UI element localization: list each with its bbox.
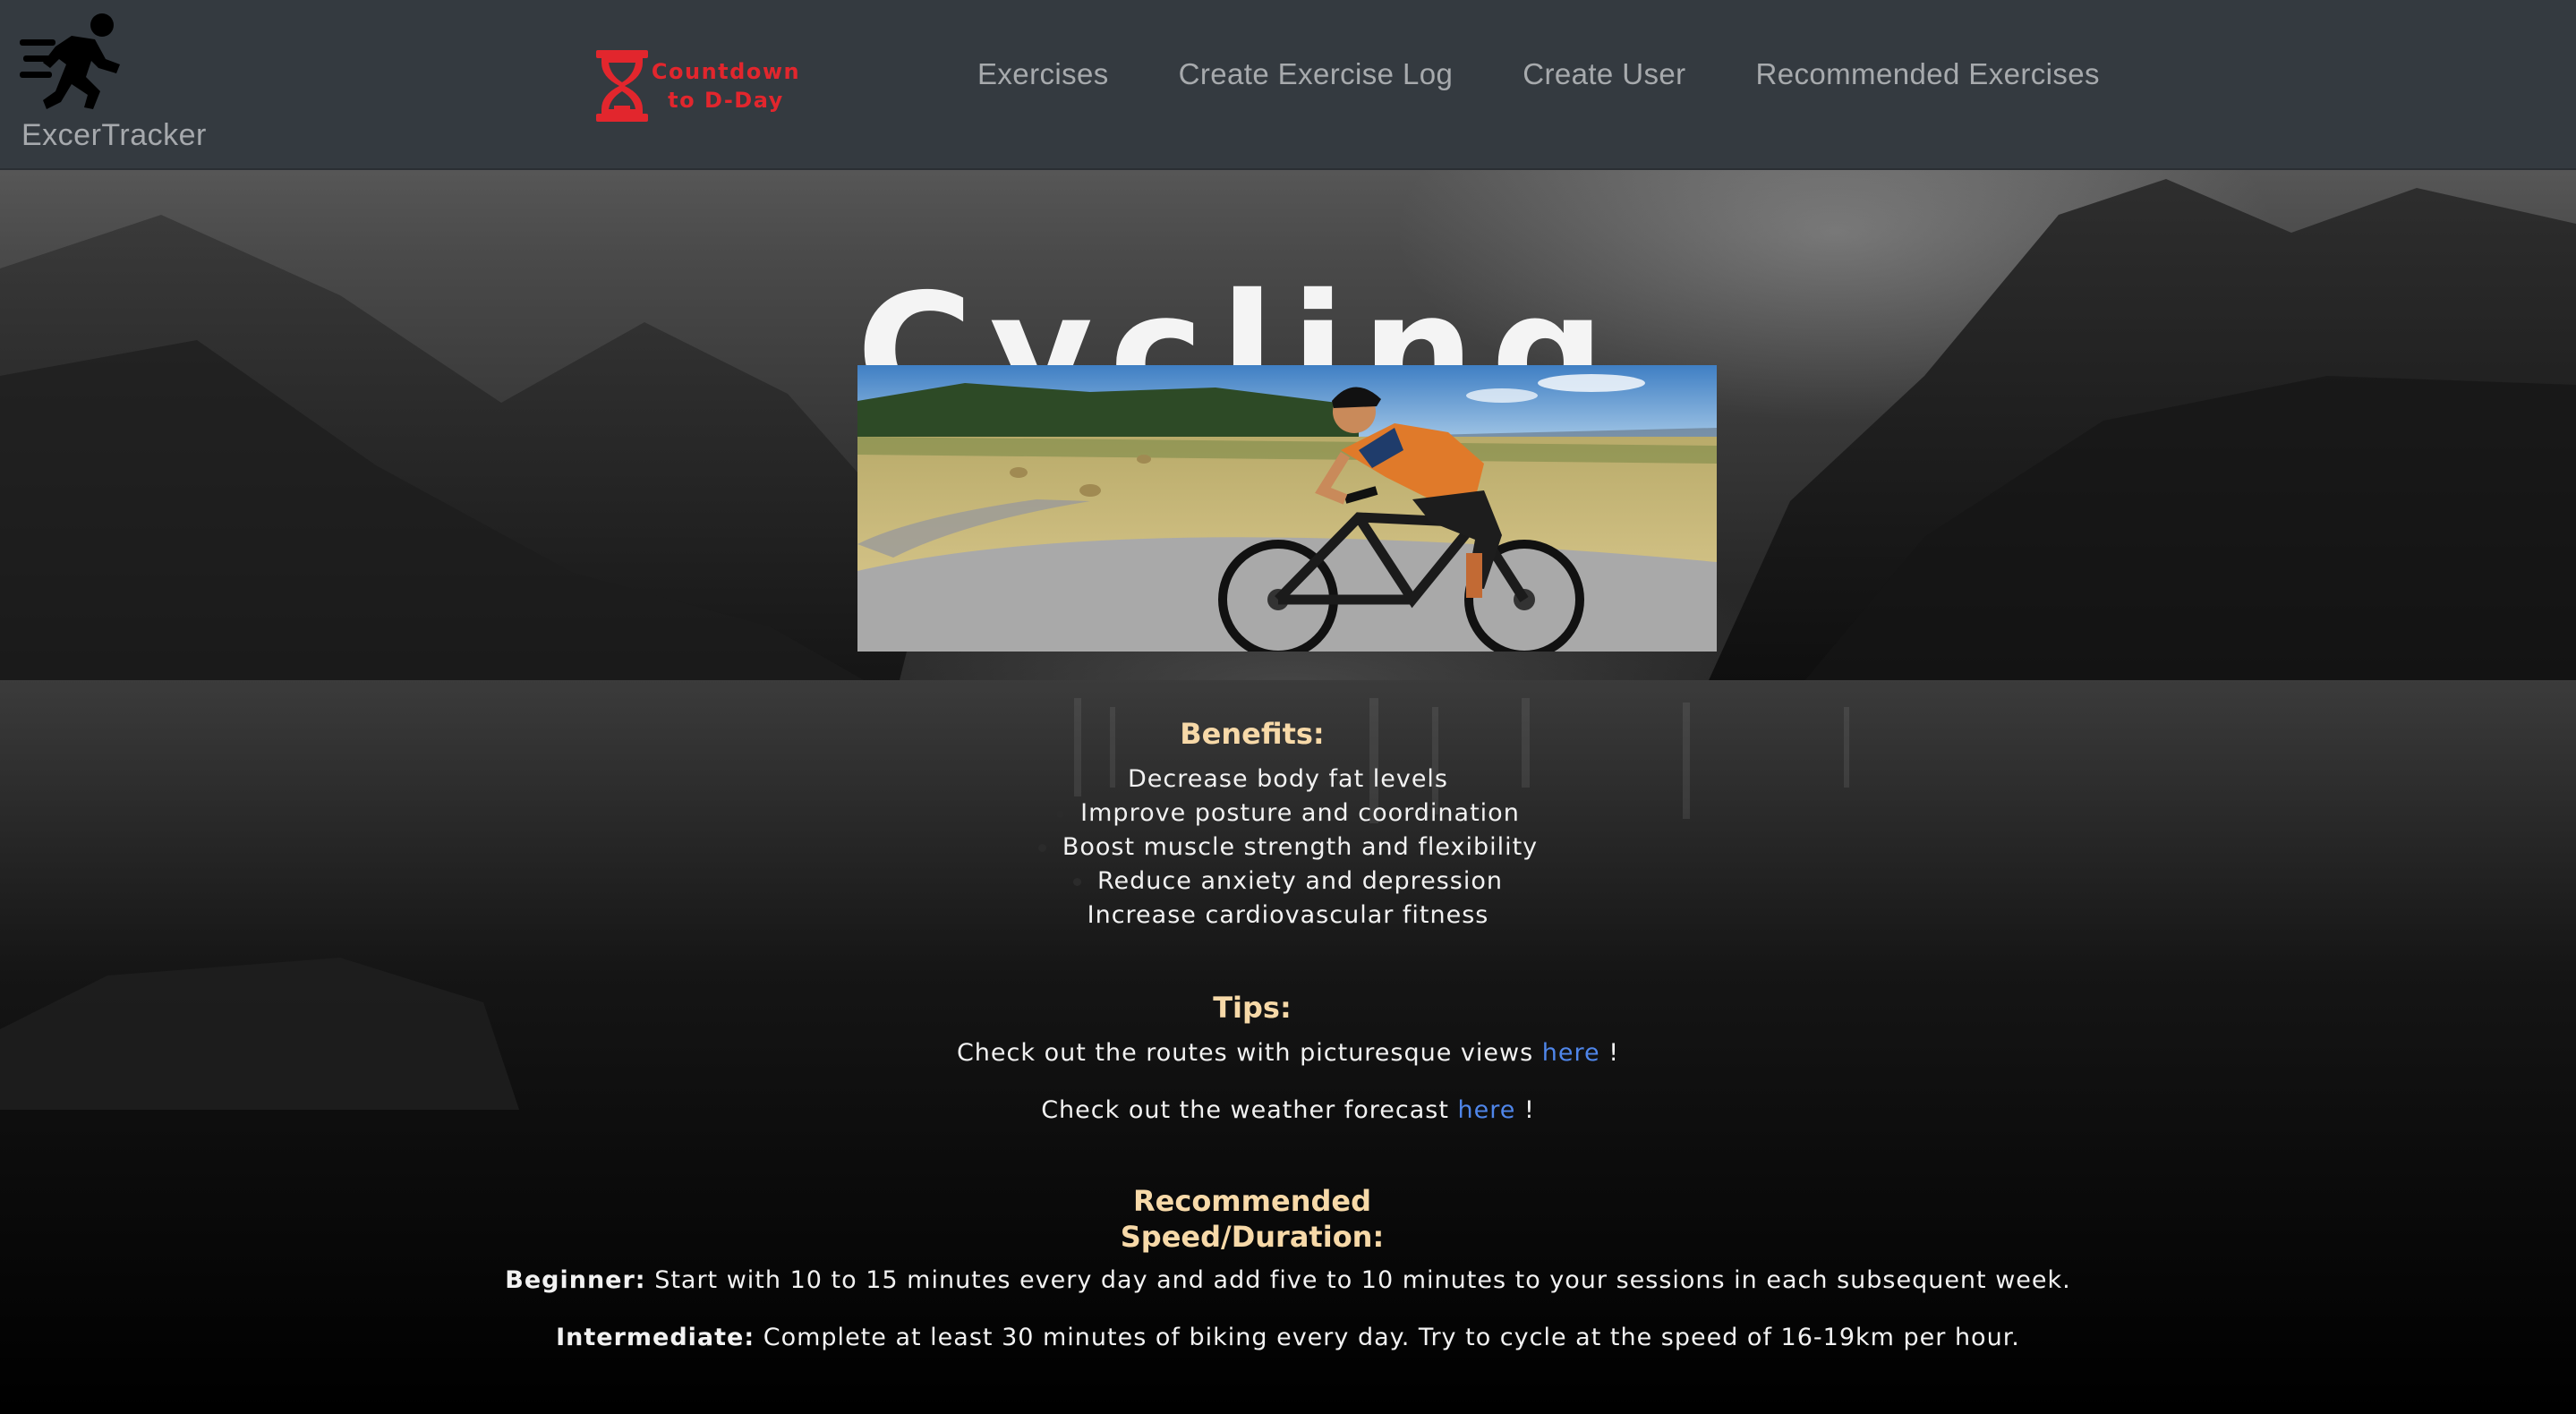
recommended-heading-line1: Recommended: [1133, 1184, 1371, 1218]
bullet-icon: [1056, 810, 1065, 818]
tips-heading-text: Tips:: [1213, 991, 1292, 1025]
cyclist-illustration: [857, 365, 1717, 652]
countdown-label-line1: Countdown: [651, 59, 801, 84]
routes-link[interactable]: here: [1542, 1039, 1600, 1067]
list-item: Decrease body fat levels: [0, 762, 2576, 796]
tips-heading: Tips:: [0, 990, 2576, 1026]
tip-routes-suffix: !: [1608, 1039, 1620, 1067]
recommended-heading: Recommended Speed/Duration:: [0, 1183, 2576, 1255]
recommended-heading-line2: Speed/Duration:: [1120, 1220, 1385, 1254]
benefit-text: Reduce anxiety and depression: [1097, 867, 1503, 895]
hourglass-icon: [596, 50, 648, 122]
running-person-icon: [20, 13, 120, 109]
speed-beginner-label: Beginner:: [505, 1266, 646, 1294]
speed-intermediate-label: Intermediate:: [556, 1324, 755, 1351]
navbar: ExcerTracker Countdown to D-Day Exercise…: [0, 0, 2576, 170]
nav-link-exercises[interactable]: Exercises: [977, 57, 1109, 102]
tip-weather-suffix: !: [1523, 1096, 1535, 1124]
list-item: Reduce anxiety and depression: [0, 865, 2576, 899]
countdown-label-line2: to D-Day: [668, 88, 784, 113]
bullet-icon: [1037, 844, 1046, 852]
nav-link-recommended-exercises[interactable]: Recommended Exercises: [1756, 57, 2100, 102]
brand-name: ExcerTracker: [21, 118, 207, 152]
list-item: Improve posture and coordination: [0, 796, 2576, 831]
tip-routes: Check out the routes with picturesque vi…: [0, 1036, 2576, 1070]
speed-intermediate: Intermediate: Complete at least 30 minut…: [0, 1321, 2576, 1355]
benefit-text: Improve posture and coordination: [1080, 799, 1520, 827]
benefit-text: Boost muscle strength and flexibility: [1062, 833, 1539, 861]
benefit-text: Decrease body fat levels: [1127, 765, 1449, 793]
countdown-link[interactable]: Countdown to D-Day: [594, 47, 809, 127]
recommended-heading-text: Recommended Speed/Duration:: [1121, 1183, 1385, 1255]
benefits-heading: Benefits:: [0, 716, 2576, 752]
list-item: Increase cardiovascular fitness: [0, 899, 2576, 933]
cycling-hero-image: [857, 365, 1717, 652]
speed-intermediate-text: Complete at least 30 minutes of biking e…: [763, 1324, 2020, 1351]
benefits-heading-text: Benefits:: [1180, 717, 1325, 751]
benefits-list: Decrease body fat levels Improve posture…: [0, 762, 2576, 933]
benefit-text: Increase cardiovascular fitness: [1087, 901, 1489, 929]
nav-link-create-exercise-log[interactable]: Create Exercise Log: [1179, 57, 1454, 102]
brand-link[interactable]: ExcerTracker: [20, 9, 226, 152]
nav-link-create-user[interactable]: Create User: [1523, 57, 1685, 102]
tip-routes-text: Check out the routes with picturesque vi…: [956, 1039, 1534, 1067]
tip-weather: Check out the weather forecast here !: [0, 1094, 2576, 1128]
list-item: Boost muscle strength and flexibility: [0, 831, 2576, 865]
tip-weather-text: Check out the weather forecast: [1041, 1096, 1449, 1124]
speed-beginner: Beginner: Start with 10 to 15 minutes ev…: [0, 1264, 2576, 1298]
countdown-label: Countdown to D-Day: [650, 57, 802, 115]
speed-beginner-text: Start with 10 to 15 minutes every day an…: [654, 1266, 2071, 1294]
nav-links: Exercises Create Exercise Log Create Use…: [977, 57, 2170, 102]
weather-link[interactable]: here: [1458, 1096, 1516, 1124]
bullet-icon: [1073, 878, 1081, 886]
